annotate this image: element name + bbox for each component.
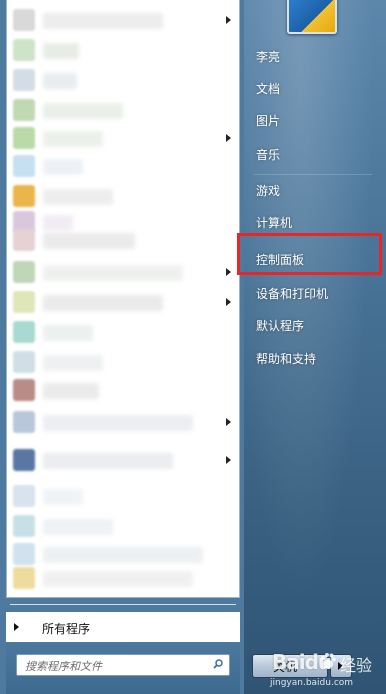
music-item[interactable]: 音乐 (250, 140, 378, 170)
program-icon (13, 449, 35, 471)
program-item[interactable] (7, 64, 239, 98)
games-item[interactable]: 游戏 (250, 176, 378, 206)
user-avatar[interactable] (287, 0, 337, 34)
program-label (43, 189, 113, 205)
program-icon (13, 9, 35, 31)
program-label (43, 103, 123, 119)
program-label (43, 43, 79, 59)
default-programs-item[interactable]: 默认程序 (250, 311, 378, 341)
program-item[interactable] (7, 4, 239, 38)
control-panel-item[interactable]: 控制面板 (250, 245, 378, 275)
program-item[interactable] (7, 224, 239, 258)
shutdown-options-button[interactable] (330, 654, 352, 678)
chevron-right-icon (226, 298, 231, 306)
search-box[interactable] (16, 654, 230, 676)
devices-printers-item[interactable]: 设备和打印机 (250, 279, 378, 309)
program-label (43, 325, 93, 341)
start-menu-left-pane: 所有程序 (0, 0, 244, 694)
program-item[interactable] (7, 316, 239, 350)
program-icon (13, 39, 35, 61)
all-programs-button[interactable]: 所有程序 (6, 612, 240, 642)
program-icon (13, 69, 35, 91)
chevron-right-icon (226, 418, 231, 426)
program-label (43, 383, 99, 399)
divider (254, 174, 372, 175)
program-label (43, 355, 103, 371)
program-item[interactable] (7, 150, 239, 184)
program-icon (13, 485, 35, 507)
program-icon (13, 411, 35, 433)
program-label (43, 571, 193, 587)
program-label (43, 13, 163, 29)
chevron-right-icon (226, 134, 231, 142)
program-label (43, 131, 103, 147)
search-icon[interactable] (213, 659, 223, 669)
program-item[interactable] (7, 256, 239, 290)
program-label (43, 159, 83, 175)
chevron-right-icon (226, 456, 231, 464)
program-icon (13, 155, 35, 177)
program-icon (13, 379, 35, 401)
program-icon (13, 99, 35, 121)
program-label (43, 73, 77, 89)
program-label (43, 265, 183, 281)
program-item[interactable] (7, 374, 239, 408)
program-icon (13, 351, 35, 373)
program-icon (13, 567, 35, 589)
program-label (43, 233, 135, 249)
program-label (43, 519, 113, 535)
program-icon (13, 185, 35, 207)
chevron-right-icon (338, 662, 343, 670)
chevron-right-icon (14, 623, 19, 631)
program-item[interactable] (7, 406, 239, 440)
program-icon (13, 291, 35, 313)
all-programs-label: 所有程序 (42, 622, 91, 636)
program-icon (13, 261, 35, 283)
help-support-item[interactable]: 帮助和支持 (250, 344, 378, 374)
program-icon (13, 515, 35, 537)
program-item[interactable] (7, 562, 239, 596)
program-label (43, 415, 193, 431)
program-item[interactable] (7, 34, 239, 68)
documents-item[interactable]: 文档 (250, 74, 378, 104)
program-item[interactable] (7, 480, 239, 514)
search-input[interactable] (23, 656, 207, 676)
program-label (43, 547, 203, 563)
program-icon (13, 321, 35, 343)
chevron-right-icon (226, 268, 231, 276)
program-item[interactable] (7, 286, 239, 320)
program-list (6, 0, 240, 598)
shutdown-button[interactable]: 关机 (252, 654, 328, 678)
computer-item[interactable]: 计算机 (250, 208, 378, 238)
program-label (43, 489, 83, 505)
user-name-item[interactable]: 李亮 (250, 42, 378, 72)
program-label (43, 453, 173, 469)
program-item[interactable] (7, 444, 239, 478)
pictures-item[interactable]: 图片 (250, 106, 378, 136)
search-area (6, 642, 240, 694)
divider (10, 604, 236, 605)
program-label (43, 295, 163, 311)
program-icon (13, 127, 35, 149)
program-icon (13, 229, 35, 251)
chevron-right-icon (226, 16, 231, 24)
